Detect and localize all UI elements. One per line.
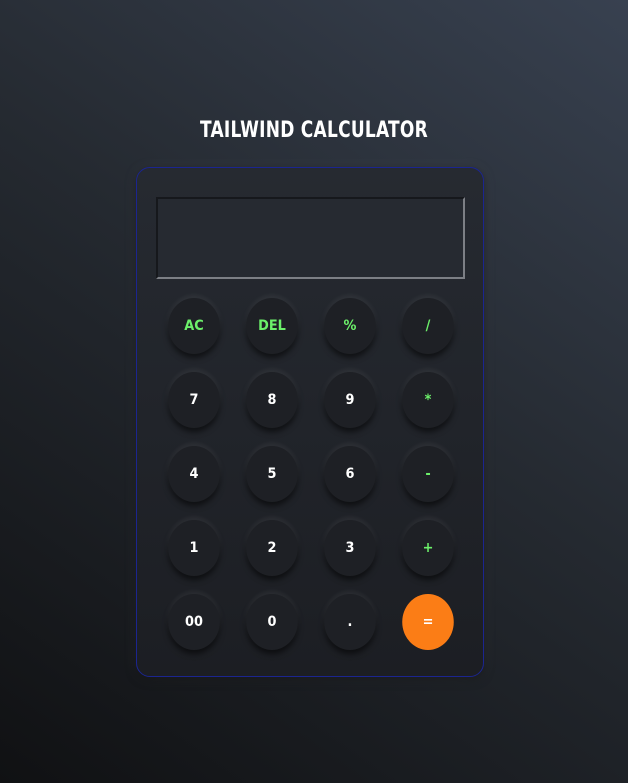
digit-3-button[interactable]: 3 xyxy=(324,520,376,576)
multiply-button[interactable]: * xyxy=(402,372,454,428)
delete-button[interactable]: DEL xyxy=(246,298,298,354)
subtract-button[interactable]: - xyxy=(402,446,454,502)
calculator-panel: AC DEL % / 7 8 9 * 4 5 6 - 1 2 3 + 00 0 … xyxy=(136,167,484,677)
equals-button[interactable]: = xyxy=(402,594,454,650)
divide-button[interactable]: / xyxy=(402,298,454,354)
keypad: AC DEL % / 7 8 9 * 4 5 6 - 1 2 3 + 00 0 … xyxy=(166,298,456,650)
all-clear-button[interactable]: AC xyxy=(168,298,220,354)
digit-8-button[interactable]: 8 xyxy=(246,372,298,428)
calculator-display xyxy=(156,197,465,279)
digit-7-button[interactable]: 7 xyxy=(168,372,220,428)
app-title: TAILWIND CALCULATOR xyxy=(200,118,428,143)
digit-1-button[interactable]: 1 xyxy=(168,520,220,576)
digit-9-button[interactable]: 9 xyxy=(324,372,376,428)
digit-5-button[interactable]: 5 xyxy=(246,446,298,502)
double-zero-button[interactable]: 00 xyxy=(168,594,220,650)
digit-6-button[interactable]: 6 xyxy=(324,446,376,502)
add-button[interactable]: + xyxy=(402,520,454,576)
digit-0-button[interactable]: 0 xyxy=(246,594,298,650)
digit-4-button[interactable]: 4 xyxy=(168,446,220,502)
digit-2-button[interactable]: 2 xyxy=(246,520,298,576)
decimal-point-button[interactable]: . xyxy=(324,594,376,650)
percent-button[interactable]: % xyxy=(324,298,376,354)
